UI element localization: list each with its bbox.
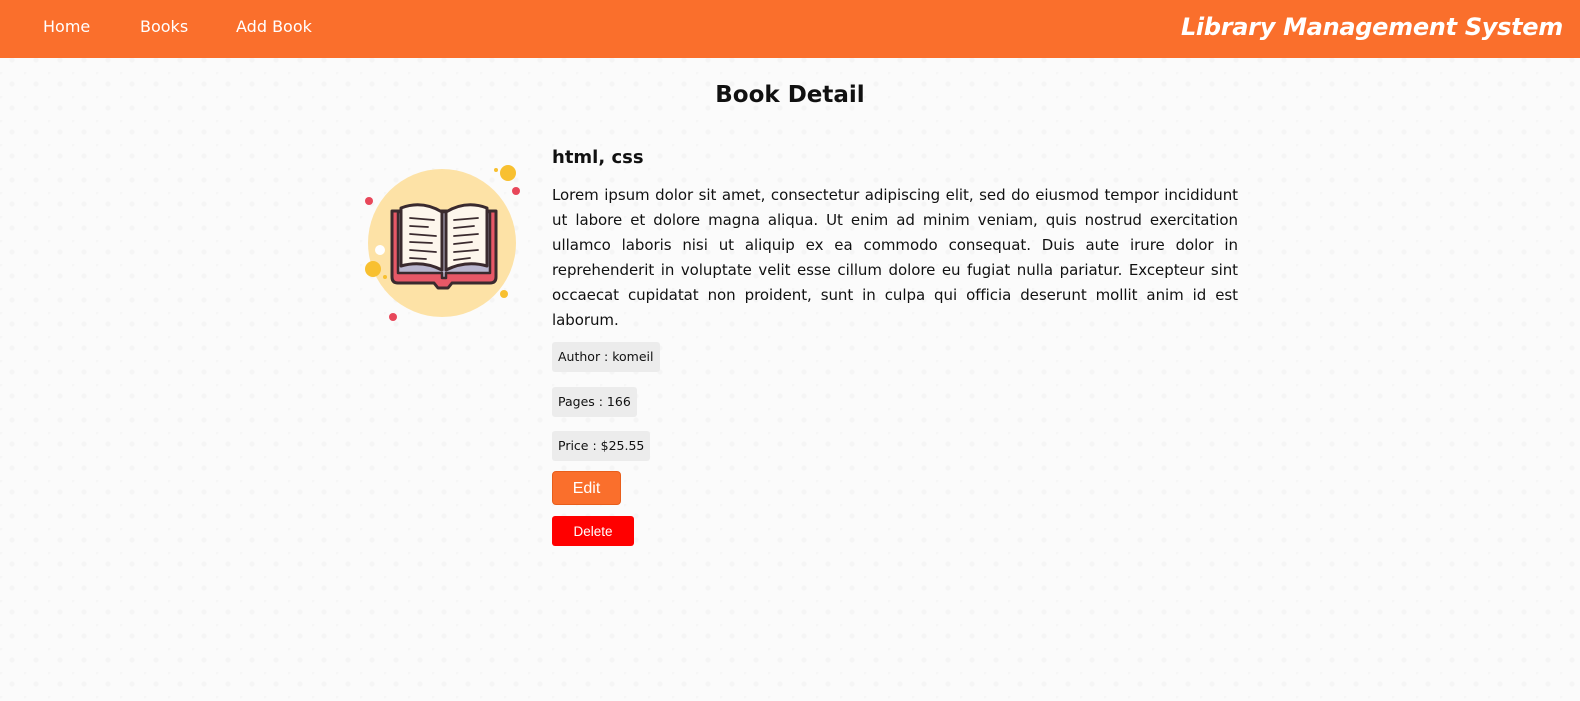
author-badge: Author : komeil <box>552 342 660 372</box>
edit-button[interactable]: Edit <box>552 471 621 505</box>
brand-title: Library Management System <box>1180 13 1563 41</box>
book-illustration <box>360 160 530 330</box>
pages-badge: Pages : 166 <box>552 387 637 417</box>
nav-link-add-book[interactable]: Add Book <box>236 17 312 37</box>
book-description: Lorem ipsum dolor sit amet, consectetur … <box>552 186 1238 329</box>
open-book-icon <box>365 165 520 321</box>
nav-link-books[interactable]: Books <box>140 17 188 37</box>
book-title: html, css <box>552 147 644 168</box>
page-title: Book Detail <box>715 82 865 108</box>
delete-button[interactable]: Delete <box>552 516 634 546</box>
nav-link-home[interactable]: Home <box>43 17 90 37</box>
price-badge: Price : $25.55 <box>552 431 651 461</box>
navbar: Home Books Add Book Library Management S… <box>0 0 1580 58</box>
